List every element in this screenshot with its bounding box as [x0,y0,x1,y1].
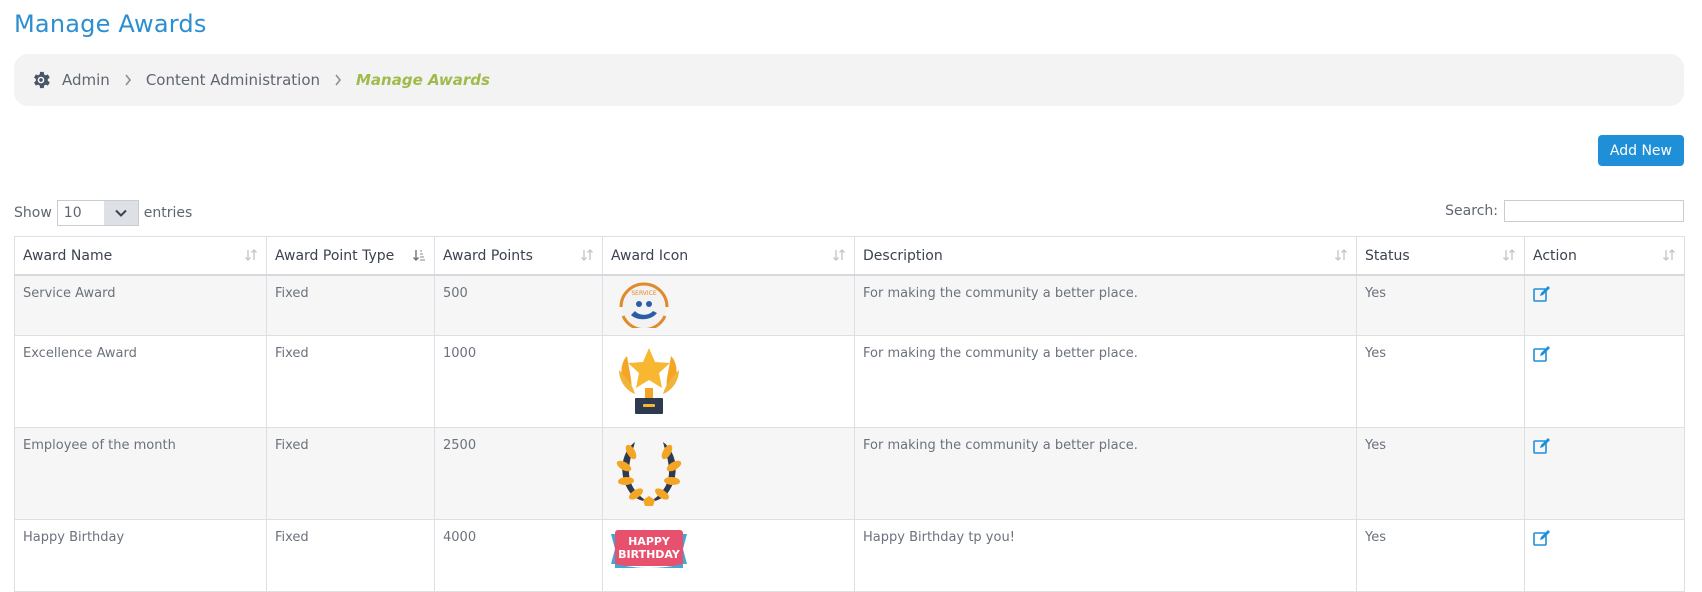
column-header-award-points[interactable]: Award Points [434,236,603,276]
birthday-text-line1: HAPPY [628,535,671,548]
status-cell: Yes [1356,518,1525,592]
award-name-cell: Employee of the month [14,426,267,520]
award-icon-cell: HAPPY BIRTHDAY [602,518,855,592]
award-name-cell: Excellence Award [14,334,267,428]
search-input[interactable] [1504,200,1684,222]
entries-label: entries [143,205,193,221]
trophy-icon [609,347,689,422]
action-cell [1524,274,1685,336]
table-row: Happy Birthday Fixed 4000 HAPPY BIRTHDAY… [14,518,1685,592]
award-points-cell: 2500 [434,426,603,520]
sort-icon[interactable] [580,248,594,266]
awards-table: Award Name Award Point Type Award Points… [14,236,1685,592]
sort-icon[interactable] [1662,248,1676,266]
award-icon-cell [602,426,855,520]
table-row: Employee of the month Fixed 2500 For mak… [14,426,1685,520]
column-header-status[interactable]: Status [1356,236,1525,276]
sort-icon[interactable] [1502,248,1516,266]
award-points-cell: 1000 [434,334,603,428]
chevron-right-icon [124,74,132,86]
show-label: Show [14,205,52,221]
edit-icon[interactable] [1533,286,1551,302]
service-award-icon: SERVICE [609,282,679,332]
page-title: Manage Awards [14,10,207,38]
column-header-award-icon[interactable]: Award Icon [602,236,855,276]
award-points-cell: 4000 [434,518,603,592]
description-cell: Happy Birthday tp you! [854,518,1357,592]
table-row: Service Award Fixed 500 SERVICE For maki… [14,274,1685,336]
column-header-action[interactable]: Action [1524,236,1685,276]
sort-icon[interactable] [244,248,258,266]
edit-icon[interactable] [1533,437,1551,454]
point-type-cell: Fixed [266,518,435,592]
status-cell: Yes [1356,274,1525,336]
entries-select[interactable]: 10 [56,200,139,226]
award-points-cell: 500 [434,274,603,336]
gear-icon [30,69,52,91]
award-name-cell: Happy Birthday [14,518,267,592]
chevron-down-icon[interactable] [103,201,138,225]
description-cell: For making the community a better place. [854,274,1357,336]
breadcrumb-admin[interactable]: Admin [62,71,110,89]
edit-icon[interactable] [1533,345,1551,362]
column-header-award-point-type[interactable]: Award Point Type [266,236,435,276]
description-cell: For making the community a better place. [854,334,1357,428]
award-icon-cell [602,334,855,428]
search-control: Search: [1445,200,1684,222]
description-cell: For making the community a better place. [854,426,1357,520]
birthday-text-line2: BIRTHDAY [618,548,681,561]
action-cell [1524,426,1685,520]
entries-select-value: 10 [63,205,82,221]
table-row: Excellence Award Fixed 1000 For making t… [14,334,1685,428]
point-type-cell: Fixed [266,334,435,428]
action-cell [1524,334,1685,428]
status-cell: Yes [1356,426,1525,520]
award-name-cell: Service Award [14,274,267,336]
laurel-wreath-icon [609,441,689,514]
sort-icon[interactable] [1334,248,1348,266]
status-cell: Yes [1356,334,1525,428]
table-header-row: Award Name Award Point Type Award Points… [14,236,1685,276]
search-label: Search: [1445,203,1498,219]
column-header-description[interactable]: Description [854,236,1357,276]
award-icon-cell: SERVICE [602,274,855,336]
breadcrumb: Admin Content Administration Manage Awar… [14,54,1684,106]
edit-icon[interactable] [1533,529,1551,546]
point-type-cell: Fixed [266,274,435,336]
birthday-banner-icon: HAPPY BIRTHDAY [609,529,689,576]
chevron-right-icon [334,74,342,86]
sort-ascending-icon[interactable] [412,248,426,266]
action-cell [1524,518,1685,592]
service-award-text: SERVICE [631,290,657,297]
breadcrumb-manage-awards: Manage Awards [356,71,490,89]
point-type-cell: Fixed [266,426,435,520]
add-new-button[interactable]: Add New [1597,135,1684,166]
breadcrumb-content-administration[interactable]: Content Administration [146,71,320,89]
sort-icon[interactable] [832,248,846,266]
column-header-award-name[interactable]: Award Name [14,236,267,276]
show-entries-control: Show 10 entries [14,200,192,226]
